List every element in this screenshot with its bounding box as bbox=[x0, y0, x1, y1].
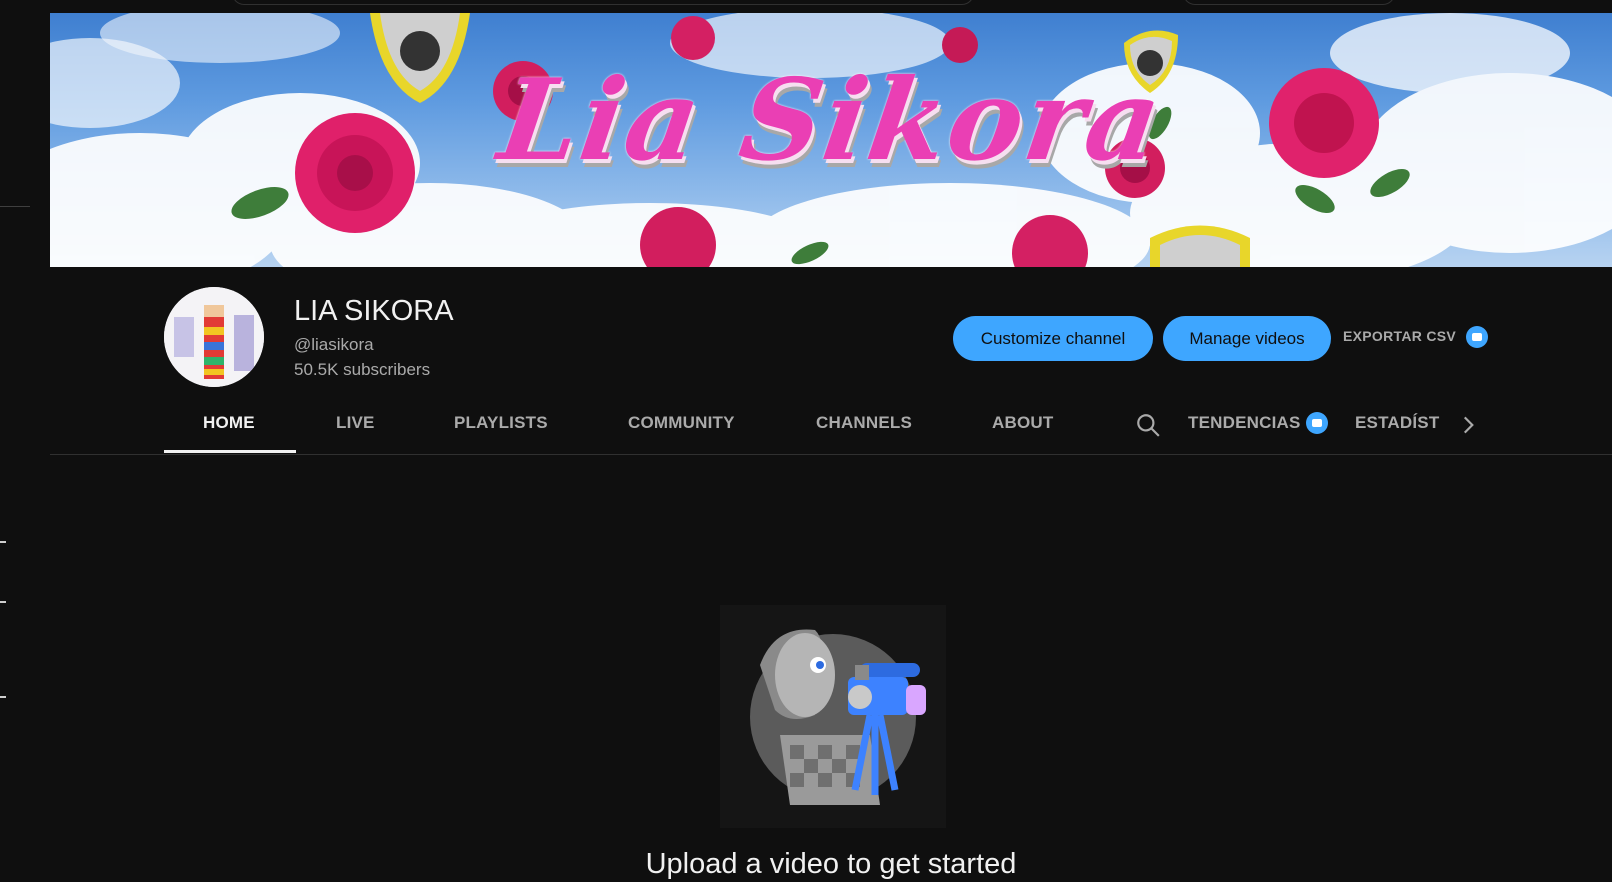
empty-state-illustration bbox=[720, 605, 946, 828]
channel-banner: Lia Sikora bbox=[50, 13, 1612, 267]
sidebar-item-fragment[interactable] bbox=[0, 696, 6, 698]
header-control-edge[interactable] bbox=[1183, 0, 1395, 5]
sidebar bbox=[0, 13, 48, 882]
manage-videos-button[interactable]: Manage videos bbox=[1163, 316, 1331, 361]
export-csv-button[interactable]: EXPORTAR CSV bbox=[1343, 328, 1456, 344]
sidebar-divider bbox=[0, 206, 30, 207]
empty-state-title: Upload a video to get started bbox=[645, 848, 1017, 880]
tab-live[interactable]: LIVE bbox=[336, 398, 375, 454]
tab-home[interactable]: HOME bbox=[203, 398, 255, 454]
search-icon[interactable] bbox=[1135, 412, 1161, 438]
avatar-image bbox=[164, 287, 264, 387]
banner-title: Lia Sikora bbox=[491, 55, 1171, 186]
channel-name: LIA SIKORA bbox=[294, 295, 454, 327]
customize-channel-button[interactable]: Customize channel bbox=[953, 316, 1153, 361]
tab-playlists[interactable]: PLAYLISTS bbox=[454, 398, 548, 454]
extension-badge-icon bbox=[1466, 326, 1488, 348]
subscriber-count: 50.5K subscribers bbox=[294, 360, 431, 379]
channel-tabs: HOME LIVE PLAYLISTS COMMUNITY CHANNELS A… bbox=[50, 398, 1612, 455]
sidebar-item-fragment[interactable] bbox=[0, 601, 6, 603]
search-box-edge[interactable] bbox=[232, 0, 974, 5]
extension-badge-icon bbox=[1306, 412, 1328, 434]
tab-channels[interactable]: CHANNELS bbox=[816, 398, 912, 454]
tab-community[interactable]: COMMUNITY bbox=[628, 398, 735, 454]
top-bar bbox=[0, 0, 1612, 13]
chevron-right-icon[interactable] bbox=[1455, 412, 1481, 438]
channel-avatar[interactable] bbox=[164, 287, 264, 387]
tab-tendencias[interactable]: TENDENCIAS bbox=[1188, 398, 1301, 454]
active-tab-indicator bbox=[164, 450, 296, 453]
tab-about[interactable]: ABOUT bbox=[992, 398, 1053, 454]
channel-handle: @liasikora bbox=[294, 335, 374, 354]
sidebar-item-fragment[interactable] bbox=[0, 541, 6, 543]
